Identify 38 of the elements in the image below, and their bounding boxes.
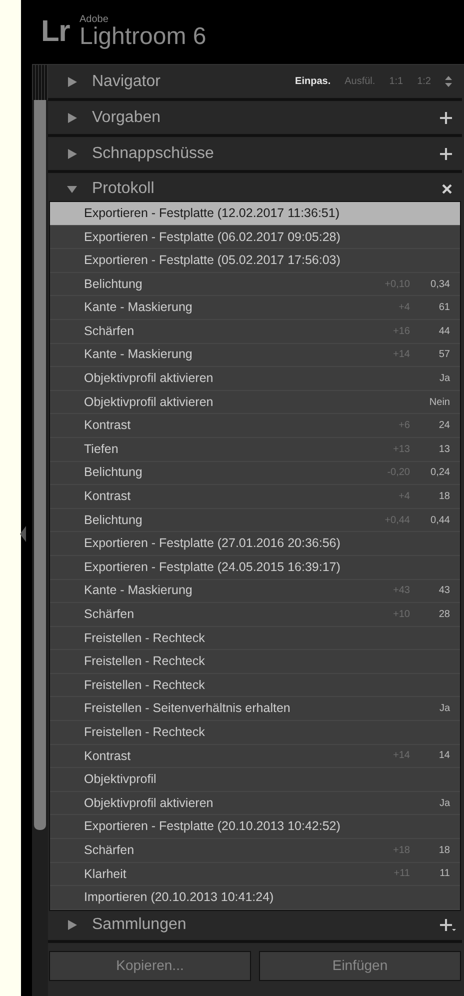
panel-title[interactable]: Vorgaben: [92, 106, 426, 130]
vendor-name: Adobe: [80, 15, 110, 25]
zoom-option[interactable]: Einpas.: [295, 74, 331, 89]
history-step[interactable]: Exportieren - Festplatte (06.02.2017 09:05:28): [50, 226, 460, 250]
history-step[interactable]: Objektivprofil aktivieren Nein: [50, 390, 460, 414]
history-step[interactable]: Freistellen - Rechteck: [50, 721, 460, 745]
collapsed-triangle-icon[interactable]: [66, 112, 78, 124]
app-logo: Lr: [41, 17, 70, 47]
history-step[interactable]: Objektivprofil aktivieren Ja: [50, 792, 460, 816]
close-icon[interactable]: [442, 184, 452, 194]
history-step[interactable]: Exportieren - Festplatte (12.02.2017 11:36:51): [50, 202, 460, 226]
history-step[interactable]: Exportieren - Festplatte (27.01.2016 20:36:56): [50, 532, 460, 556]
history-step[interactable]: Freistellen - Seitenverhältnis erhalten Ja: [50, 697, 460, 722]
app-title: Lightroom 6: [80, 25, 206, 49]
history-step[interactable]: Exportieren - Festplatte (05.02.2017 17:56:03): [50, 249, 460, 273]
plus-icon[interactable]: [440, 110, 452, 124]
panel-title[interactable]: Schnappschüsse: [92, 142, 426, 166]
plus-icon[interactable]: [440, 918, 456, 932]
panel-title[interactable]: Navigator: [92, 70, 282, 94]
plus-icon[interactable]: [440, 146, 452, 160]
history-step[interactable]: Freistellen - Rechteck: [50, 674, 460, 698]
scrollbar-thumb[interactable]: [34, 100, 46, 830]
collapse-arrow-icon[interactable]: [20, 526, 26, 542]
history-step[interactable]: Importieren (20.10.2013 10:41:24): [50, 886, 460, 910]
collapsed-triangle-icon[interactable]: [66, 148, 78, 160]
panel-title[interactable]: Sammlungen: [92, 913, 426, 938]
history-step[interactable]: Freistellen - Rechteck: [50, 650, 460, 674]
history-step[interactable]: Exportieren - Festplatte (24.05.2015 16:39:17): [50, 556, 460, 580]
stepper-icon[interactable]: [445, 76, 452, 87]
expanded-triangle-icon[interactable]: [66, 183, 78, 195]
history-step[interactable]: Objektivprofil aktivieren Ja: [50, 367, 460, 391]
grip-handle[interactable]: [32, 65, 48, 100]
collapsed-triangle-icon[interactable]: [66, 919, 78, 932]
history-step[interactable]: Objektivprofil: [50, 768, 460, 792]
panel-title[interactable]: Protokoll: [92, 177, 428, 201]
history-step[interactable]: Freistellen - Rechteck: [50, 626, 460, 650]
history-step[interactable]: Exportieren - Festplatte (20.10.2013 10:42:52): [50, 815, 460, 840]
collapsed-triangle-icon[interactable]: [66, 76, 78, 88]
